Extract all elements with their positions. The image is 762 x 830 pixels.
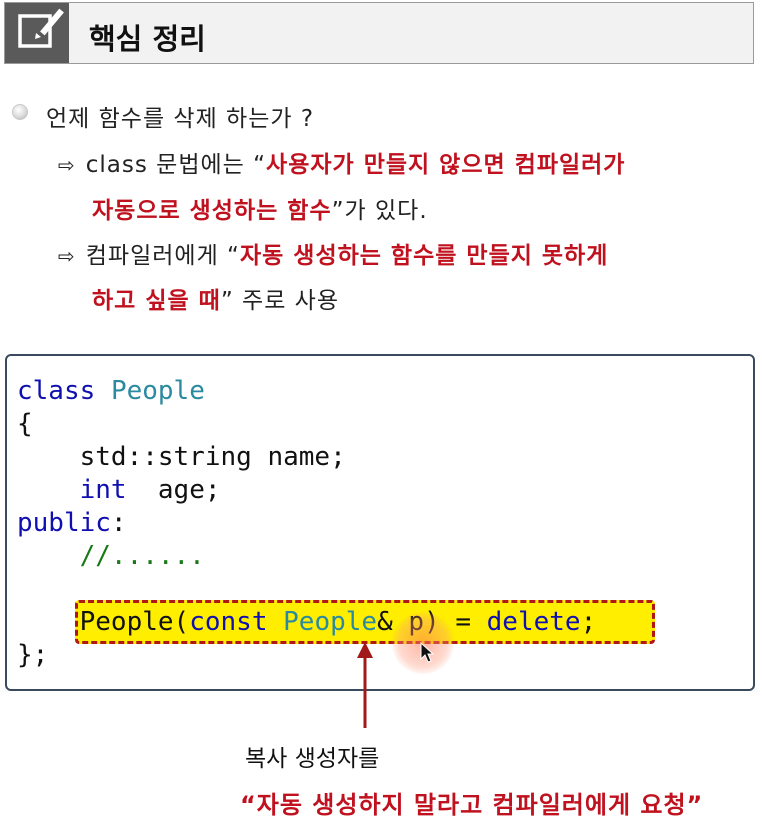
code-line-2: { [17,409,33,439]
sub1-prefix: class 문법에는 “ [85,152,267,178]
sub-item-1-line2: 자동으로 생성하는 함수”가 있다. [92,191,428,225]
caption-line-1: 복사 생성자를 [245,746,380,772]
slide-header: 핵심 정리 [4,2,754,64]
bullet-icon [12,104,28,120]
caption-line-2: “자동 생성하지 말라고 컴파일러에게 요청” [240,791,704,819]
sub2-red1: 자동 생성하는 함수를 만들지 못하게 [239,243,609,269]
sub-item-1-line1: ⇨ class 문법에는 “사용자가 만들지 않으면 컴파일러가 [58,145,625,179]
code-line-8: }; [17,640,49,670]
page-title: 핵심 정리 [89,22,206,56]
bullet-text: 언제 함수를 삭제 하는가 ? [46,106,315,132]
sub-item-2-line1: ⇨ 컴파일러에게 “자동 생성하는 함수를 만들지 못하게 [58,236,608,270]
code-line-4: int age; [79,475,221,505]
code-line-7: People(const People& p) = delete; [79,607,597,637]
sub2-suffix: ” 주로 사용 [220,288,340,314]
code-line-3: std::string name; [17,442,346,472]
sub-item-2-line2: 하고 싶을 때” 주로 사용 [92,281,339,315]
sub1-red1: 사용자가 만들지 않으면 컴파일러가 [266,152,626,178]
code-line-6: //...... [17,541,205,571]
code-block: class People { std::string name; int age… [5,354,755,691]
right-arrow-icon: ⇨ [58,153,76,177]
sub2-prefix: 컴파일러에게 “ [85,243,240,269]
code-line-5: public: [17,508,127,538]
sub1-red2: 자동으로 생성하는 함수 [92,198,332,224]
sub1-suffix: ”가 있다. [331,198,428,224]
up-arrow-icon [357,642,373,728]
edit-icon [5,3,69,63]
right-arrow-icon: ⇨ [58,244,76,268]
mouse-cursor-icon [420,642,435,663]
code-line-1: class People [17,376,205,406]
sub2-red2: 하고 싶을 때 [92,288,221,314]
